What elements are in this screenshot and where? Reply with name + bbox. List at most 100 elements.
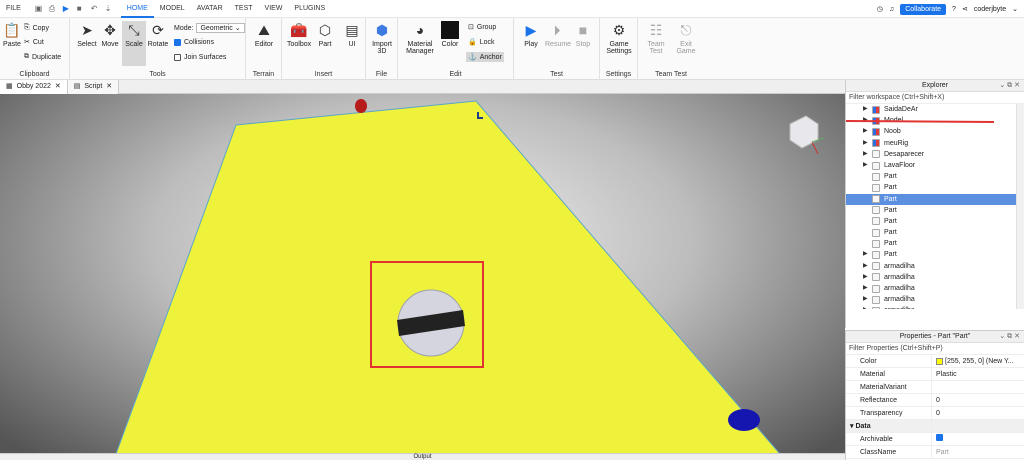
property-value[interactable]: 0 (932, 394, 1024, 406)
baseplate[interactable] (115, 100, 782, 455)
import-3d-button[interactable]: ⬢ Import 3D (370, 21, 394, 55)
expand-arrow-icon[interactable]: ▶ (863, 294, 868, 305)
mode-select[interactable]: Geometric ⌄ (196, 23, 245, 33)
tab-plugins[interactable]: PLUGINS (288, 0, 331, 18)
duplicate-button[interactable]: ⧉ Duplicate (24, 53, 61, 61)
help-icon[interactable]: ? (952, 6, 956, 13)
viewport-3d[interactable] (0, 94, 845, 460)
expand-arrow-icon[interactable]: ▶ (863, 305, 868, 309)
undo-icon[interactable]: ↶ (91, 4, 99, 13)
stop-button[interactable]: ■ Stop (571, 21, 595, 48)
resume-button[interactable]: ⏵ Resume (545, 21, 571, 48)
explorer-item[interactable]: Part (846, 171, 1022, 182)
window-controls-icon[interactable]: ⌄ ⧉ ✕ (999, 80, 1020, 92)
expand-arrow-icon[interactable]: ▶ (863, 283, 868, 294)
group-button[interactable]: ⊡ Group (468, 23, 496, 32)
explorer-item[interactable]: ▶ Noob (846, 126, 1022, 137)
tab-script[interactable]: ▤ Script ✕ (67, 80, 120, 94)
explorer-item[interactable]: Part (846, 193, 1022, 205)
exit-game-button[interactable]: ⎋ Exit Game (672, 21, 700, 55)
explorer-item[interactable]: ▶ armadilha (846, 272, 1022, 283)
explorer-item[interactable]: ▶ armadilha (846, 305, 1022, 309)
expand-arrow-icon[interactable]: ▶ (863, 138, 868, 149)
explorer-item[interactable]: Part (846, 182, 1022, 193)
username[interactable]: coderjbyte (974, 6, 1006, 13)
property-row[interactable]: Archivable (846, 433, 1024, 446)
save-icon[interactable]: ▣ (35, 4, 43, 13)
output-panel-header[interactable]: Output (0, 453, 845, 460)
select-button[interactable]: ➤ Select (75, 21, 99, 48)
collaborate-button[interactable]: Collaborate (900, 3, 947, 15)
expand-arrow-icon[interactable]: ▶ (863, 261, 868, 272)
property-row[interactable]: Material Plastic (846, 368, 1024, 381)
copy-button[interactable]: ⎘ Copy (24, 24, 49, 32)
blue-sphere[interactable] (728, 409, 760, 431)
explorer-item[interactable]: Part (846, 238, 1022, 249)
property-row[interactable]: Transparency 0 (846, 407, 1024, 420)
join-surfaces-toggle[interactable]: Join Surfaces (174, 54, 226, 61)
explorer-filter-input[interactable]: Filter workspace (Ctrl+Shift+X) (846, 92, 1024, 104)
red-sphere[interactable] (355, 99, 367, 113)
explorer-item[interactable]: Part (846, 216, 1022, 227)
expand-arrow-icon[interactable]: ▶ (863, 115, 868, 126)
explorer-item[interactable]: ▶ armadilha (846, 283, 1022, 294)
property-category[interactable]: ▾ Data (846, 420, 1024, 433)
window-controls-icon[interactable]: ⌄ ⧉ ✕ (999, 331, 1020, 343)
stop-icon[interactable]: ■ (77, 4, 85, 13)
close-icon[interactable]: ✕ (106, 80, 112, 94)
expand-arrow-icon[interactable]: ▶ (863, 126, 868, 137)
more-icon[interactable]: ⇣ (105, 4, 113, 13)
toolbox-button[interactable]: 🧰 Toolbox (287, 21, 311, 48)
property-value[interactable]: Part (932, 446, 1024, 458)
explorer-item[interactable]: Part (846, 205, 1022, 216)
collisions-toggle[interactable]: Collisions (174, 39, 214, 46)
property-value[interactable]: 0 (932, 407, 1024, 419)
tab-avatar[interactable]: AVATAR (191, 0, 229, 18)
paste-button[interactable]: 📋 Paste (0, 21, 24, 48)
explorer-item[interactable]: ▶ armadilha (846, 294, 1022, 305)
properties-filter-input[interactable]: Filter Properties (Ctrl+Shift+P) (846, 343, 1024, 355)
tab-home[interactable]: HOME (120, 0, 154, 18)
play-button[interactable]: ▶ Play (519, 21, 543, 48)
part-button[interactable]: ⬡ Part (313, 21, 337, 48)
explorer-item[interactable]: ▶ SaidaDeAr (846, 104, 1022, 115)
property-value[interactable] (932, 381, 1024, 393)
open-icon[interactable]: ⎙ (49, 4, 57, 13)
chevron-down-icon[interactable]: ⌄ (1012, 5, 1018, 13)
terrain-editor-button[interactable]: ⛰ Editor (252, 21, 276, 48)
color-button[interactable]: Color (438, 21, 462, 48)
game-settings-button[interactable]: ⚙ Game Settings (604, 21, 634, 55)
tab-view[interactable]: VIEW (259, 0, 289, 18)
explorer-item[interactable]: Part (846, 227, 1022, 238)
property-value[interactable]: Plastic (932, 368, 1024, 380)
property-value[interactable] (932, 433, 1024, 445)
explorer-item[interactable]: ▶ Part (846, 249, 1022, 260)
property-row[interactable]: Color [255, 255, 0] (New Y... (846, 355, 1024, 368)
history-icon[interactable]: ◷ (877, 5, 883, 13)
expand-arrow-icon[interactable]: ▶ (863, 104, 868, 115)
tab-model[interactable]: MODEL (154, 0, 191, 18)
scale-button[interactable]: ⤡ Scale (122, 21, 146, 66)
property-row[interactable]: Reflectance 0 (846, 394, 1024, 407)
explorer-item[interactable]: ▶ meuRig (846, 138, 1022, 149)
explorer-item[interactable]: ▶ Model (846, 115, 1022, 126)
explorer-item[interactable]: ▶ LavaFloor (846, 160, 1022, 171)
property-row[interactable]: MaterialVariant (846, 381, 1024, 394)
expand-arrow-icon[interactable]: ▶ (863, 272, 868, 283)
close-icon[interactable]: ✕ (55, 80, 61, 94)
bell-icon[interactable]: ♫ (889, 6, 894, 13)
file-menu[interactable]: FILE (0, 0, 27, 18)
explorer-item[interactable]: ▶ armadilha (846, 261, 1022, 272)
checkbox-icon[interactable] (936, 434, 943, 441)
tab-obby[interactable]: ▦ Obby 2022 ✕ (0, 80, 68, 94)
material-manager-button[interactable]: ◕ Material Manager (404, 21, 436, 55)
anchor-button[interactable]: ⚓ Anchor (466, 52, 504, 62)
cut-button[interactable]: ✂ Cut (24, 38, 44, 47)
lock-button[interactable]: 🔒 Lock (468, 38, 495, 47)
share-icon[interactable]: ⋖ (962, 5, 968, 13)
play-icon[interactable]: ▶ (63, 4, 71, 13)
move-button[interactable]: ✥ Move (98, 21, 122, 48)
property-value[interactable]: [255, 255, 0] (New Y... (932, 355, 1024, 367)
ui-button[interactable]: ▤ UI (340, 21, 364, 48)
rotate-button[interactable]: ⟳ Rotate (146, 21, 170, 48)
